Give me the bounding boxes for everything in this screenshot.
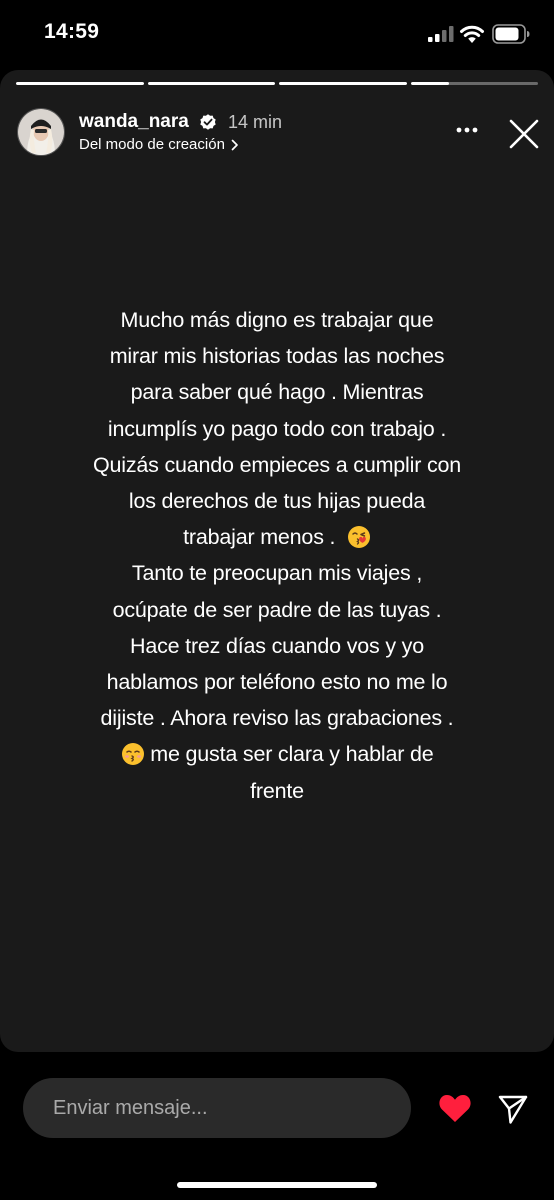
progress-fill: [16, 82, 144, 85]
face-blowing-kiss-icon: [347, 526, 370, 549]
home-indicator: [177, 1182, 377, 1188]
story-progress-bars: [16, 82, 538, 85]
story-text-segment: me gusta ser clara y hablar de: [150, 742, 434, 767]
avatar[interactable]: [17, 108, 65, 156]
avatar-image: [18, 109, 64, 155]
progress-fill: [279, 82, 407, 85]
story-text-line: Hace trez días cuando vos y yo: [130, 633, 424, 658]
story-timestamp: 14 min: [228, 112, 283, 132]
progress-segment: [147, 82, 275, 85]
story-text-line: hablamos por teléfono esto no me lo: [106, 670, 448, 695]
verified-badge-icon: [200, 114, 216, 130]
progress-fill: [147, 82, 275, 85]
creation-mode-label: Del modo de creación: [79, 136, 225, 153]
story-text-segment: trabajar menos .: [183, 525, 336, 550]
more-options-icon[interactable]: [455, 118, 479, 142]
story-text-line-with-emoji: trabajar menos .: [60, 519, 494, 555]
story-text-line: para saber qué hago . Mientras: [130, 380, 424, 405]
kissing-face-icon: [121, 743, 144, 766]
status-bar: 14:59: [0, 0, 554, 70]
battery-icon: [492, 24, 530, 44]
heart-icon[interactable]: [438, 1093, 472, 1123]
story-text-line-with-emoji: me gusta ser clara y hablar de: [60, 736, 494, 772]
story-text-line: Quizás cuando empieces a cumplir con: [92, 452, 462, 477]
story-text-line: ocúpate de ser padre de las tuyas .: [112, 597, 442, 622]
story-text-line: Mucho más digno es trabajar que: [120, 308, 434, 332]
message-input[interactable]: [23, 1078, 411, 1138]
story-text-line: los derechos de tus hijas pueda: [128, 489, 426, 514]
story-text-line: frente: [250, 778, 304, 803]
chevron-right-icon: [231, 139, 238, 150]
story-text-line: dijiste . Ahora reviso las grabaciones .: [100, 706, 454, 731]
progress-segment: [16, 82, 144, 85]
story-text-line: incumplís yo pago todo con trabajo .: [107, 416, 447, 441]
status-time: 14:59: [44, 20, 100, 43]
username[interactable]: wanda_nara: [79, 111, 189, 133]
signal-icon: [428, 26, 454, 42]
story-text-line: Tanto te preocupan mis viajes ,: [131, 561, 423, 586]
progress-segment: [410, 82, 538, 85]
send-icon[interactable]: [497, 1093, 529, 1125]
wifi-icon: [460, 25, 484, 43]
progress-fill: [410, 82, 449, 85]
story-text-line: mirar mis historias todas las noches: [109, 344, 445, 369]
progress-segment: [279, 82, 407, 85]
close-icon[interactable]: [508, 118, 540, 150]
story-card[interactable]: wanda_nara 14 min Del modo de creación M…: [0, 70, 554, 1052]
creation-mode-link[interactable]: Del modo de creación: [79, 136, 239, 153]
story-text: Mucho más digno es trabajar que mirar mi…: [60, 302, 494, 809]
